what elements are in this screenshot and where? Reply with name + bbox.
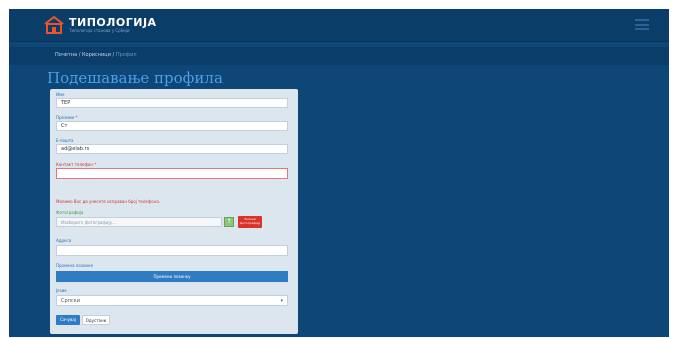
breadcrumb-separator: / xyxy=(112,52,115,58)
breadcrumb-separator: / xyxy=(78,52,81,58)
cancel-button[interactable]: Одустани xyxy=(82,315,110,325)
page-title: Подешавање профила xyxy=(47,69,223,87)
language-label: Језик xyxy=(56,288,67,293)
delete-photo-button[interactable]: Уклони фотографију xyxy=(238,216,262,228)
email-field[interactable]: ad@elab.rs xyxy=(56,144,288,154)
profile-form: Име TEP Презиме Ст Е-пошта ad@elab.rs Ко… xyxy=(50,89,298,334)
app-window: ТИПОЛОГИЈА Типологија станова у Србији П… xyxy=(9,9,669,337)
breadcrumb: Почетна / Корисници / Профил xyxy=(55,52,137,58)
logo-title: ТИПОЛОГИЈА xyxy=(69,16,157,29)
top-navbar: ТИПОЛОГИЈА Типологија станова у Србији xyxy=(9,9,669,41)
hamburger-menu-icon[interactable] xyxy=(635,19,649,30)
change-password-button[interactable]: Промени лозинку xyxy=(56,271,288,282)
save-button[interactable]: Сачувај xyxy=(56,315,80,325)
breadcrumb-users[interactable]: Корисници xyxy=(82,52,111,58)
last-name-field[interactable]: Ст xyxy=(56,121,288,131)
upload-icon[interactable]: ↑ xyxy=(224,217,234,227)
phone-field[interactable] xyxy=(56,168,288,179)
first-name-label: Име xyxy=(56,92,65,97)
password-label: Промена лозинке xyxy=(56,263,94,268)
photo-file-input[interactable]: Изаберите фотографију... xyxy=(56,217,222,227)
last-name-label: Презиме xyxy=(56,115,78,120)
email-label: Е-пошта xyxy=(56,138,74,143)
language-selected-value: Српски xyxy=(61,298,80,304)
photo-label: Фотографија xyxy=(56,210,84,215)
breadcrumb-bar: Почетна / Корисници / Профил xyxy=(9,47,669,65)
phone-error-message: Молимо Вас да унесете исправан број теле… xyxy=(56,199,161,204)
phone-label: Контакт телефон xyxy=(56,162,96,167)
breadcrumb-home[interactable]: Почетна xyxy=(55,52,77,58)
building-icon xyxy=(44,16,64,34)
address-field[interactable] xyxy=(56,245,288,256)
photo-upload-row: Изаберите фотографију... ↑ Уклони фотогр… xyxy=(56,216,288,228)
address-label: Адреса xyxy=(56,238,72,243)
chevron-down-icon: ▾ xyxy=(280,298,283,304)
first-name-field[interactable]: TEP xyxy=(56,98,288,108)
logo[interactable]: ТИПОЛОГИЈА Типологија станова у Србији xyxy=(44,16,157,34)
language-select[interactable]: Српски ▾ xyxy=(56,295,288,306)
breadcrumb-current: Профил xyxy=(115,52,137,58)
